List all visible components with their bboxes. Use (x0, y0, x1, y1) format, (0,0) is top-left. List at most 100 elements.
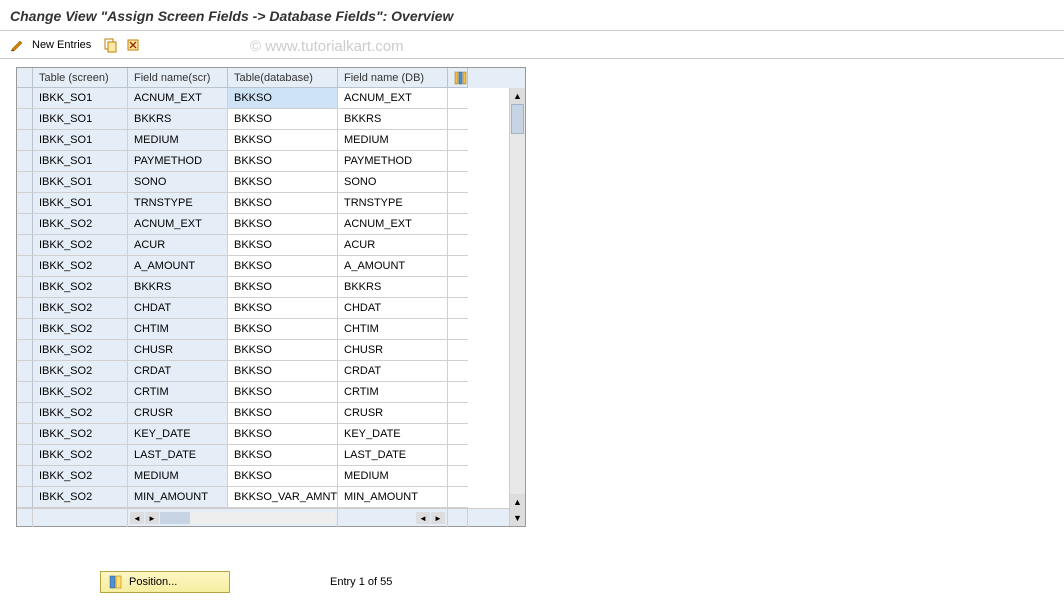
row-selector[interactable] (17, 214, 33, 235)
cell-table-db[interactable]: BKKSO (228, 424, 338, 445)
column-header-field-db[interactable]: Field name (DB) (338, 68, 448, 88)
row-selector[interactable] (17, 256, 33, 277)
cell-field-screen[interactable]: CHDAT (128, 298, 228, 319)
cell-field-screen[interactable]: MIN_AMOUNT (128, 487, 228, 508)
vertical-scrollbar[interactable]: ▲ ▲ ▼ (509, 88, 525, 526)
row-selector[interactable] (17, 340, 33, 361)
cell-field-screen[interactable]: CHTIM (128, 319, 228, 340)
cell-field-screen[interactable]: SONO (128, 172, 228, 193)
cell-field-db[interactable]: MEDIUM (338, 466, 448, 487)
cell-field-screen[interactable]: PAYMETHOD (128, 151, 228, 172)
hscroll-right-arrow-icon[interactable]: ► (145, 512, 159, 524)
row-selector[interactable] (17, 88, 33, 109)
row-selector[interactable] (17, 361, 33, 382)
cell-table-screen[interactable]: IBKK_SO2 (33, 445, 128, 466)
row-selector[interactable] (17, 487, 33, 508)
cell-field-screen[interactable]: LAST_DATE (128, 445, 228, 466)
cell-table-db[interactable]: BKKSO (228, 193, 338, 214)
row-selector[interactable] (17, 277, 33, 298)
row-selector[interactable] (17, 151, 33, 172)
cell-field-db[interactable]: LAST_DATE (338, 445, 448, 466)
vscroll-thumb[interactable] (511, 104, 524, 134)
cell-table-db[interactable]: BKKSO (228, 214, 338, 235)
vscroll-track[interactable] (510, 104, 525, 494)
hscroll-left-arrow-icon[interactable]: ◄ (416, 512, 430, 524)
column-header-field-screen[interactable]: Field name(scr) (128, 68, 228, 88)
cell-table-db[interactable]: BKKSO (228, 130, 338, 151)
cell-table-db[interactable]: BKKSO (228, 172, 338, 193)
vscroll-up-arrow-icon[interactable]: ▲ (510, 88, 525, 104)
cell-table-screen[interactable]: IBKK_SO2 (33, 256, 128, 277)
cell-table-screen[interactable]: IBKK_SO1 (33, 193, 128, 214)
row-selector[interactable] (17, 172, 33, 193)
cell-table-screen[interactable]: IBKK_SO1 (33, 109, 128, 130)
cell-table-screen[interactable]: IBKK_SO2 (33, 277, 128, 298)
change-display-icon[interactable] (10, 37, 26, 53)
cell-field-screen[interactable]: TRNSTYPE (128, 193, 228, 214)
cell-table-db[interactable]: BKKSO (228, 382, 338, 403)
cell-field-db[interactable]: CRDAT (338, 361, 448, 382)
cell-table-db[interactable]: BKKSO (228, 466, 338, 487)
row-selector[interactable] (17, 235, 33, 256)
cell-field-db[interactable]: CHTIM (338, 319, 448, 340)
cell-table-db[interactable]: BKKSO (228, 403, 338, 424)
configure-columns-icon[interactable] (448, 68, 468, 88)
cell-table-db[interactable]: BKKSO_VAR_AMNT (228, 487, 338, 508)
cell-field-screen[interactable]: BKKRS (128, 277, 228, 298)
row-selector[interactable] (17, 445, 33, 466)
row-selector[interactable] (17, 319, 33, 340)
cell-table-db[interactable]: BKKSO (228, 277, 338, 298)
cell-field-screen[interactable]: CHUSR (128, 340, 228, 361)
cell-field-screen[interactable]: MEDIUM (128, 130, 228, 151)
cell-table-db[interactable]: BKKSO (228, 109, 338, 130)
cell-table-screen[interactable]: IBKK_SO2 (33, 340, 128, 361)
row-selector[interactable] (17, 109, 33, 130)
cell-table-db[interactable]: BKKSO (228, 235, 338, 256)
cell-table-db[interactable]: BKKSO (228, 298, 338, 319)
cell-table-screen[interactable]: IBKK_SO2 (33, 214, 128, 235)
cell-table-screen[interactable]: IBKK_SO2 (33, 403, 128, 424)
column-header-table-screen[interactable]: Table (screen) (33, 68, 128, 88)
hscroll-thumb[interactable] (160, 512, 190, 524)
cell-table-screen[interactable]: IBKK_SO2 (33, 424, 128, 445)
row-selector[interactable] (17, 466, 33, 487)
delete-icon[interactable] (125, 37, 141, 53)
cell-field-db[interactable]: PAYMETHOD (338, 151, 448, 172)
cell-table-db[interactable]: BKKSO (228, 256, 338, 277)
cell-table-screen[interactable]: IBKK_SO2 (33, 361, 128, 382)
cell-table-screen[interactable]: IBKK_SO2 (33, 487, 128, 508)
cell-table-screen[interactable]: IBKK_SO2 (33, 235, 128, 256)
cell-table-db[interactable]: BKKSO (228, 88, 338, 109)
hscroll-track[interactable] (160, 512, 335, 524)
cell-field-db[interactable]: ACNUM_EXT (338, 214, 448, 235)
vscroll-up2-arrow-icon[interactable]: ▲ (510, 494, 525, 510)
row-selector[interactable] (17, 382, 33, 403)
select-all-header[interactable] (17, 68, 33, 88)
cell-field-screen[interactable]: CRUSR (128, 403, 228, 424)
hscroll-left-arrow-icon[interactable]: ◄ (130, 512, 144, 524)
cell-table-db[interactable]: BKKSO (228, 361, 338, 382)
cell-field-db[interactable]: ACNUM_EXT (338, 88, 448, 109)
cell-field-db[interactable]: CRTIM (338, 382, 448, 403)
cell-field-screen[interactable]: CRDAT (128, 361, 228, 382)
cell-table-screen[interactable]: IBKK_SO1 (33, 151, 128, 172)
cell-table-screen[interactable]: IBKK_SO2 (33, 319, 128, 340)
cell-field-db[interactable]: CHUSR (338, 340, 448, 361)
cell-table-db[interactable]: BKKSO (228, 151, 338, 172)
cell-table-screen[interactable]: IBKK_SO1 (33, 172, 128, 193)
cell-field-screen[interactable]: ACNUM_EXT (128, 88, 228, 109)
cell-field-screen[interactable]: BKKRS (128, 109, 228, 130)
cell-field-screen[interactable]: CRTIM (128, 382, 228, 403)
row-selector[interactable] (17, 424, 33, 445)
row-selector[interactable] (17, 193, 33, 214)
cell-table-screen[interactable]: IBKK_SO2 (33, 298, 128, 319)
cell-field-screen[interactable]: KEY_DATE (128, 424, 228, 445)
cell-table-db[interactable]: BKKSO (228, 319, 338, 340)
cell-table-screen[interactable]: IBKK_SO1 (33, 130, 128, 151)
column-header-table-db[interactable]: Table(database) (228, 68, 338, 88)
cell-field-db[interactable]: BKKRS (338, 277, 448, 298)
cell-field-db[interactable]: CRUSR (338, 403, 448, 424)
cell-table-screen[interactable]: IBKK_SO2 (33, 382, 128, 403)
hscroll-right-arrow-icon[interactable]: ► (431, 512, 445, 524)
cell-field-db[interactable]: SONO (338, 172, 448, 193)
